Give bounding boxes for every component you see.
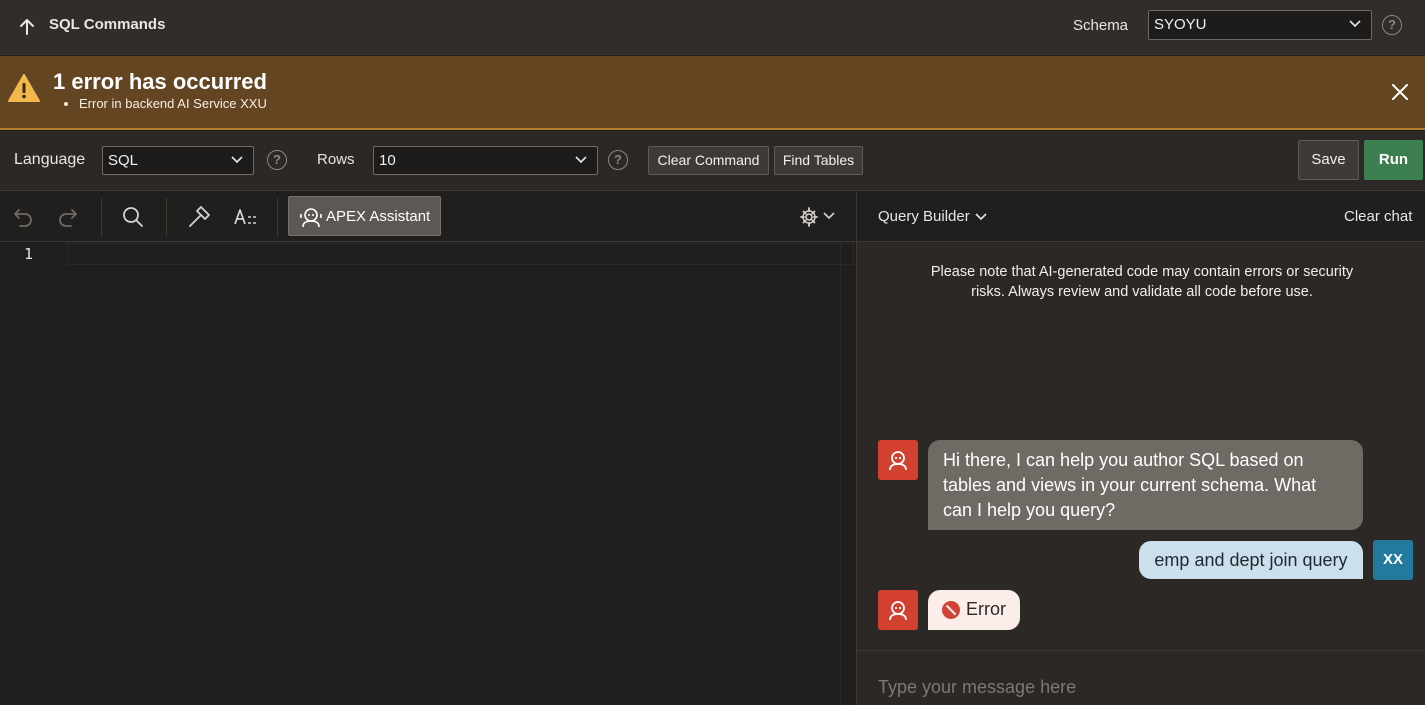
chat-header: Query Builder Clear chat xyxy=(857,192,1425,242)
user-avatar: XX xyxy=(1373,540,1413,580)
rows-select[interactable]: 10 xyxy=(373,146,598,175)
rows-help-icon[interactable]: ? xyxy=(608,150,628,170)
rows-select-value: 10 xyxy=(379,152,396,169)
assistant-avatar xyxy=(878,440,918,480)
error-message: Error xyxy=(928,590,1020,630)
rows-label: Rows xyxy=(317,151,355,168)
alert-message-list: Error in backend AI Service XXU xyxy=(65,96,267,111)
page-title: SQL Commands xyxy=(49,16,166,33)
chevron-down-icon xyxy=(231,156,243,164)
language-select-value: SQL xyxy=(108,152,139,169)
language-select[interactable]: SQL xyxy=(102,146,254,175)
assistant-chat-panel: Query Builder Clear chat Please note tha… xyxy=(856,192,1425,705)
editor-scrollbar[interactable] xyxy=(840,243,841,705)
schema-select[interactable]: SYOYU xyxy=(1148,10,1372,40)
toolbar-divider xyxy=(277,198,278,236)
input-divider xyxy=(857,650,1425,651)
undo-icon[interactable] xyxy=(11,205,35,229)
active-line[interactable] xyxy=(67,243,854,265)
warning-icon xyxy=(8,74,40,102)
alert-title: 1 error has occurred xyxy=(53,69,267,94)
chevron-down-icon[interactable] xyxy=(975,213,987,221)
find-tables-button[interactable]: Find Tables xyxy=(774,146,863,175)
chevron-down-icon[interactable] xyxy=(823,212,835,220)
run-button[interactable]: Run xyxy=(1364,140,1423,180)
text-format-icon[interactable] xyxy=(233,205,257,229)
user-message: emp and dept join query xyxy=(1139,541,1363,579)
assistant-robot-icon xyxy=(300,208,322,228)
command-toolbar: Language SQL ? Rows 10 ? Clear Command F… xyxy=(0,131,1425,191)
robot-icon xyxy=(889,601,907,621)
clear-command-button[interactable]: Clear Command xyxy=(648,146,769,175)
error-alert: 1 error has occurred Error in backend AI… xyxy=(0,56,1425,130)
chevron-down-icon xyxy=(575,156,587,164)
assistant-message: Hi there, I can help you author SQL base… xyxy=(928,440,1363,530)
search-icon[interactable] xyxy=(121,205,145,229)
apex-assistant-label: APEX Assistant xyxy=(326,208,431,225)
language-help-icon[interactable]: ? xyxy=(267,150,287,170)
schema-help-icon[interactable]: ? xyxy=(1382,15,1402,35)
chat-message-input[interactable] xyxy=(878,674,1398,700)
editor-toolbar: APEX Assistant xyxy=(0,192,856,242)
line-number: 1 xyxy=(24,245,34,263)
clear-chat-button[interactable]: Clear chat xyxy=(1344,208,1412,225)
gear-icon[interactable] xyxy=(798,205,822,229)
toolbar-divider xyxy=(166,198,167,236)
assistant-avatar xyxy=(878,590,918,630)
app-header: SQL Commands Schema SYOYU ? xyxy=(0,0,1425,55)
apex-assistant-button[interactable]: APEX Assistant xyxy=(288,196,441,236)
robot-icon xyxy=(889,451,907,471)
error-message-text: Error xyxy=(966,599,1006,619)
language-label: Language xyxy=(14,151,86,168)
ai-disclaimer: Please note that AI-generated code may c… xyxy=(930,264,1354,300)
redo-icon[interactable] xyxy=(56,205,80,229)
query-builder-menu[interactable]: Query Builder xyxy=(878,208,970,225)
schema-label: Schema xyxy=(1073,17,1129,34)
hammer-icon[interactable] xyxy=(187,205,211,229)
close-icon[interactable] xyxy=(1391,83,1409,101)
arrow-up-icon[interactable] xyxy=(18,17,36,37)
schema-select-value: SYOYU xyxy=(1154,16,1207,33)
save-button[interactable]: Save xyxy=(1298,140,1359,180)
alert-message: Error in backend AI Service XXU xyxy=(79,96,267,111)
code-editor[interactable]: 1 xyxy=(0,243,856,705)
error-prohibited-icon xyxy=(942,601,960,619)
toolbar-divider xyxy=(101,198,102,236)
chevron-down-icon xyxy=(1349,20,1361,28)
